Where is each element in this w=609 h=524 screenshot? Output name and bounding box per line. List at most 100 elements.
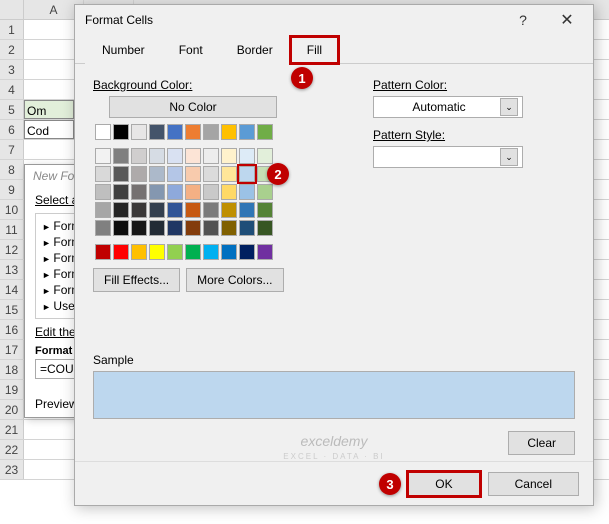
color-swatch[interactable] [131, 244, 147, 260]
no-color-button[interactable]: No Color [109, 96, 277, 118]
color-swatch[interactable] [239, 184, 255, 200]
color-swatch[interactable] [149, 220, 165, 236]
color-swatch[interactable] [131, 184, 147, 200]
pattern-style-combo[interactable]: ⌄ [373, 146, 523, 168]
row-header[interactable]: 17 [0, 340, 24, 359]
color-swatch[interactable] [203, 184, 219, 200]
close-button[interactable]: ✕ [545, 6, 589, 34]
color-swatch[interactable] [149, 244, 165, 260]
color-swatch[interactable] [113, 202, 129, 218]
color-swatch[interactable] [131, 166, 147, 182]
color-swatch[interactable] [167, 184, 183, 200]
color-swatch[interactable] [239, 124, 255, 140]
color-swatch[interactable] [239, 220, 255, 236]
color-swatch[interactable] [203, 166, 219, 182]
fill-effects-button[interactable]: Fill Effects... [93, 268, 180, 292]
color-swatch[interactable] [167, 220, 183, 236]
color-swatch[interactable] [221, 220, 237, 236]
row-header[interactable]: 8 [0, 160, 24, 179]
chevron-down-icon[interactable]: ⌄ [500, 148, 518, 166]
chevron-down-icon[interactable]: ⌄ [500, 98, 518, 116]
color-swatch[interactable] [95, 244, 111, 260]
color-swatch[interactable] [221, 148, 237, 164]
row-header[interactable]: 12 [0, 240, 24, 259]
color-swatch[interactable] [239, 244, 255, 260]
color-swatch[interactable] [131, 148, 147, 164]
color-swatch[interactable] [203, 244, 219, 260]
color-swatch[interactable] [113, 148, 129, 164]
color-swatch[interactable] [221, 184, 237, 200]
color-swatch[interactable] [257, 202, 273, 218]
color-swatch[interactable] [113, 166, 129, 182]
color-swatch[interactable] [257, 244, 273, 260]
color-swatch[interactable] [257, 220, 273, 236]
color-swatch[interactable] [131, 124, 147, 140]
color-swatch[interactable] [95, 148, 111, 164]
color-swatch[interactable] [257, 124, 273, 140]
select-all-corner[interactable] [0, 0, 24, 19]
color-swatch[interactable] [185, 148, 201, 164]
tab-border[interactable]: Border [220, 36, 290, 64]
tab-font[interactable]: Font [162, 36, 220, 64]
color-swatch[interactable] [167, 166, 183, 182]
color-swatch[interactable] [95, 202, 111, 218]
color-swatch[interactable] [185, 166, 201, 182]
color-swatch[interactable] [95, 124, 111, 140]
ok-button[interactable]: OK [408, 472, 479, 496]
row-header[interactable]: 14 [0, 280, 24, 299]
cancel-button[interactable]: Cancel [488, 472, 579, 496]
color-swatch[interactable] [221, 244, 237, 260]
color-swatch[interactable] [131, 220, 147, 236]
row-header[interactable]: 10 [0, 200, 24, 219]
row-header[interactable]: 13 [0, 260, 24, 279]
row-header[interactable]: 18 [0, 360, 24, 379]
clear-button[interactable]: Clear [508, 431, 575, 455]
cell-b5[interactable]: Om [24, 100, 74, 119]
row-header[interactable]: 4 [0, 80, 24, 99]
row-header[interactable]: 21 [0, 420, 24, 439]
color-swatch[interactable] [131, 202, 147, 218]
row-header[interactable]: 20 [0, 400, 24, 419]
color-swatch[interactable] [167, 244, 183, 260]
color-swatch[interactable] [203, 220, 219, 236]
color-swatch[interactable] [239, 202, 255, 218]
color-swatch[interactable] [203, 124, 219, 140]
color-swatch[interactable] [149, 124, 165, 140]
row-header[interactable]: 7 [0, 140, 24, 159]
color-swatch[interactable] [185, 244, 201, 260]
color-swatch[interactable] [149, 184, 165, 200]
color-swatch[interactable] [167, 202, 183, 218]
color-swatch[interactable] [221, 124, 237, 140]
tab-fill[interactable]: Fill [290, 36, 339, 64]
color-swatch[interactable] [239, 148, 255, 164]
help-button[interactable]: ? [501, 6, 545, 34]
row-header[interactable]: 19 [0, 380, 24, 399]
color-swatch[interactable] [185, 220, 201, 236]
color-swatch[interactable] [149, 202, 165, 218]
color-swatch[interactable] [95, 166, 111, 182]
color-swatch[interactable] [185, 124, 201, 140]
color-swatch[interactable] [149, 148, 165, 164]
row-header[interactable]: 2 [0, 40, 24, 59]
row-header[interactable]: 23 [0, 460, 24, 479]
row-header[interactable]: 6 [0, 120, 24, 139]
color-swatch[interactable] [239, 166, 255, 182]
color-swatch[interactable] [257, 184, 273, 200]
color-swatch[interactable] [167, 148, 183, 164]
color-swatch[interactable] [113, 184, 129, 200]
color-swatch[interactable] [203, 202, 219, 218]
row-header[interactable]: 3 [0, 60, 24, 79]
row-header[interactable]: 5 [0, 100, 24, 119]
row-header[interactable]: 22 [0, 440, 24, 459]
color-swatch[interactable] [95, 220, 111, 236]
tab-number[interactable]: Number [85, 36, 162, 64]
color-swatch[interactable] [185, 202, 201, 218]
pattern-color-combo[interactable]: Automatic ⌄ [373, 96, 523, 118]
color-swatch[interactable] [167, 124, 183, 140]
titlebar[interactable]: Format Cells ? ✕ [75, 5, 593, 35]
color-swatch[interactable] [185, 184, 201, 200]
color-swatch[interactable] [257, 148, 273, 164]
cell-b6[interactable]: Cod [24, 120, 74, 139]
row-header[interactable]: 15 [0, 300, 24, 319]
color-swatch[interactable] [113, 244, 129, 260]
